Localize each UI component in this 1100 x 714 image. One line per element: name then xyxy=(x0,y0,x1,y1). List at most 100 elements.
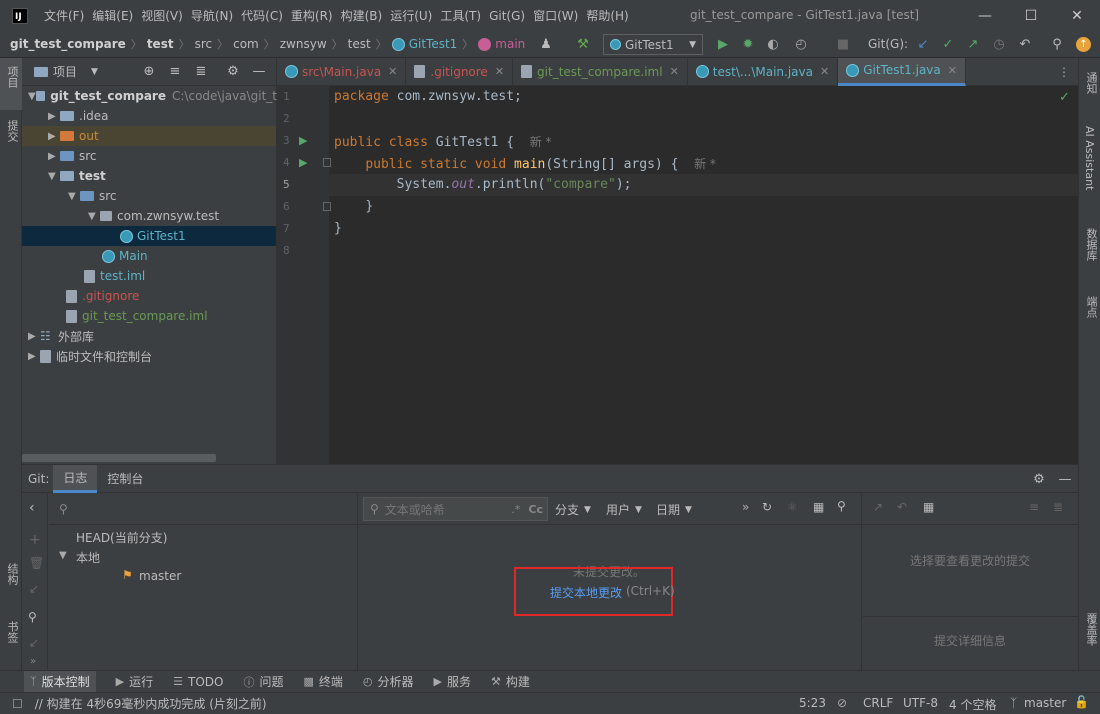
user-filter[interactable]: 用户 ▼ xyxy=(606,501,642,518)
toggle-toolwindows-icon[interactable]: ☐ xyxy=(12,697,23,711)
minimize-button[interactable]: — xyxy=(962,0,1008,31)
branch-master[interactable]: master xyxy=(139,569,181,583)
menu-item-8[interactable]: 工具(T) xyxy=(436,0,485,31)
tree-item-idea[interactable]: ▶ .idea xyxy=(48,106,109,126)
tool-build[interactable]: ⚒ 构建 xyxy=(491,673,530,690)
collapse-all-icon[interactable]: ≣ xyxy=(1053,500,1063,514)
cherry-pick-icon[interactable]: ⚛ xyxy=(787,500,798,514)
ai-assistant-tool-button[interactable]: AI Assistant xyxy=(1083,126,1096,190)
current-branch[interactable]: master xyxy=(1024,696,1066,710)
branch-head[interactable]: HEAD(当前分支) xyxy=(76,529,167,546)
git-push-icon[interactable]: ↗ xyxy=(962,33,984,55)
rollback-icon[interactable]: ↶ xyxy=(1014,33,1036,55)
tree-item-src[interactable]: ▶ src xyxy=(48,146,97,166)
breadcrumb-test[interactable]: test xyxy=(147,37,174,51)
code-editor[interactable]: 1 2 3 4 5 6 7 8 ▶ ▶ package com.zwnsyw.t… xyxy=(277,86,1078,464)
regex-icon[interactable]: .* xyxy=(511,503,520,516)
cherry-pick-icon[interactable]: ↗ xyxy=(873,500,883,514)
file-encoding[interactable]: UTF-8 xyxy=(903,696,938,710)
tree-item-test-src[interactable]: ▼ src xyxy=(68,186,117,206)
git-commit-icon[interactable]: ✓ xyxy=(937,33,959,55)
menu-item-11[interactable]: 帮助(H) xyxy=(582,0,632,31)
run-gutter-icon[interactable]: ▶ xyxy=(299,134,307,147)
lock-icon[interactable]: 🔓 xyxy=(1074,695,1089,709)
breadcrumb-com[interactable]: com xyxy=(233,37,259,51)
breadcrumb-src[interactable]: src xyxy=(195,37,213,51)
tool-terminal[interactable]: ▩ 终端 xyxy=(303,673,342,690)
project-view-select[interactable]: 项目 xyxy=(53,63,77,80)
chevron-down-icon[interactable]: ▼ xyxy=(59,550,67,561)
tree-root[interactable]: ▼ git_test_compare C:\code\java\git_t xyxy=(28,86,277,106)
more-tabs-icon[interactable]: ⋮ xyxy=(1058,65,1070,79)
tree-item-main[interactable]: Main xyxy=(102,246,148,266)
refresh-icon[interactable]: ↻ xyxy=(762,500,772,514)
hide-icon[interactable]: — xyxy=(1054,468,1076,490)
search-icon[interactable]: ⚲ xyxy=(28,610,37,624)
menu-item-0[interactable]: 文件(F) xyxy=(40,0,88,31)
breadcrumb-class[interactable]: GitTest1 xyxy=(391,37,457,51)
expand-all-icon[interactable]: ≡ xyxy=(164,61,186,83)
close-icon[interactable]: ✕ xyxy=(495,65,504,78)
horizontal-scrollbar[interactable] xyxy=(22,454,216,462)
tree-item-out[interactable]: ▶ out xyxy=(22,126,276,146)
menu-item-5[interactable]: 重构(R) xyxy=(287,0,337,31)
tab-test-main[interactable]: test\...\Main.java ✕ xyxy=(688,57,839,86)
update-icon[interactable]: ↙ xyxy=(29,582,39,596)
add-icon[interactable]: + xyxy=(29,532,41,548)
expand-all-icon[interactable]: ≡ xyxy=(1029,500,1039,514)
breadcrumb-zwnsyw[interactable]: zwnsyw xyxy=(280,37,327,51)
tree-item-root-iml[interactable]: git_test_compare.iml xyxy=(66,306,208,326)
debug-icon[interactable]: ✹ xyxy=(737,33,759,55)
fold-icon[interactable] xyxy=(323,202,331,211)
endpoints-tool-button[interactable]: 端点 xyxy=(1083,296,1099,318)
search-icon[interactable]: ⚲ xyxy=(1046,33,1068,55)
collapse-all-icon[interactable]: ≣ xyxy=(190,61,212,83)
maximize-button[interactable]: ☐ xyxy=(1008,0,1054,31)
database-tool-button[interactable]: 数据库 xyxy=(1083,228,1099,261)
tree-item-external-libs[interactable]: ▶ ☷ 外部库 xyxy=(28,326,94,346)
tool-todo[interactable]: ☰ TODO xyxy=(173,675,223,689)
coverage-tool-button[interactable]: 覆盖率 xyxy=(1083,613,1099,646)
no-problems-check-icon[interactable]: ✓ xyxy=(1059,90,1070,105)
menu-item-3[interactable]: 导航(N) xyxy=(187,0,237,31)
tool-run[interactable]: ▶ 运行 xyxy=(116,673,153,690)
build-hammer-icon[interactable]: ⚒ xyxy=(572,33,594,55)
status-message[interactable]: // 构建在 4秒69毫秒内成功完成 (片刻之前) xyxy=(35,695,267,712)
user-icon[interactable]: ♟ xyxy=(535,33,557,55)
run-icon[interactable]: ▶ xyxy=(712,33,734,55)
gear-icon[interactable]: ⚙ xyxy=(1028,468,1050,490)
tree-item-gittest1[interactable]: GitTest1 xyxy=(22,226,276,246)
close-window-button[interactable]: ✕ xyxy=(1054,0,1100,31)
tab-log[interactable]: 日志 xyxy=(53,464,98,493)
delete-icon[interactable]: 🗑 xyxy=(29,556,44,570)
branch-filter[interactable]: 分支 ▼ xyxy=(555,501,591,518)
search-icon[interactable]: ⚲ xyxy=(837,499,846,513)
inspections-off-icon[interactable]: ⊘ xyxy=(837,696,847,710)
caret-position[interactable]: 5:23 xyxy=(799,696,826,710)
locate-icon[interactable]: ⊕ xyxy=(138,61,160,83)
gear-icon[interactable]: ⚙ xyxy=(222,61,244,83)
profile-icon[interactable]: ◴ xyxy=(790,33,812,55)
tree-item-test-iml[interactable]: test.iml xyxy=(84,266,145,286)
coverage-icon[interactable]: ◐ xyxy=(762,33,784,55)
close-icon[interactable]: ✕ xyxy=(948,64,957,77)
close-icon[interactable]: ✕ xyxy=(388,65,397,78)
breadcrumb-root[interactable]: git_test_compare xyxy=(10,37,126,51)
tree-item-test[interactable]: ▼ test xyxy=(48,166,106,186)
grid-icon[interactable]: ▦ xyxy=(813,500,824,514)
menu-item-7[interactable]: 运行(U) xyxy=(386,0,436,31)
tab-gitignore[interactable]: .gitignore ✕ xyxy=(406,57,514,86)
more-icon[interactable]: » xyxy=(30,656,36,667)
tool-version-control[interactable]: ᛉ 版本控制 xyxy=(24,671,96,692)
tree-item-gitignore[interactable]: .gitignore xyxy=(66,286,139,306)
menu-item-10[interactable]: 窗口(W) xyxy=(529,0,582,31)
project-tool-button[interactable]: 项目 xyxy=(4,66,20,88)
chevron-down-icon[interactable]: ▼ xyxy=(91,67,98,77)
tab-gittest1[interactable]: GitTest1.java ✕ xyxy=(838,57,966,86)
tab-iml[interactable]: git_test_compare.iml ✕ xyxy=(513,57,688,86)
tree-item-package[interactable]: ▼ com.zwnsyw.test xyxy=(88,206,219,226)
more-icon[interactable]: » xyxy=(742,500,749,514)
tree-item-scratches[interactable]: ▶ 临时文件和控制台 xyxy=(28,346,152,366)
tool-problems[interactable]: ⓘ 问题 xyxy=(243,673,283,690)
close-icon[interactable]: ✕ xyxy=(820,65,829,78)
